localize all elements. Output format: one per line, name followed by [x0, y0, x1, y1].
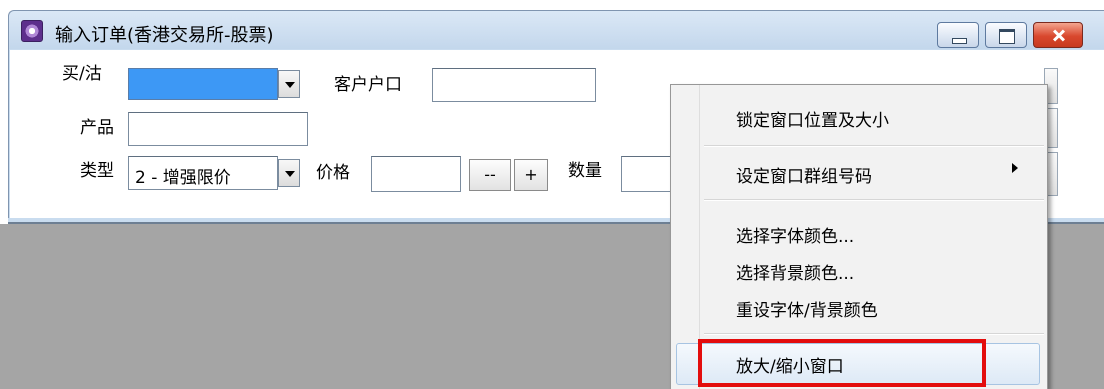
desktop-strip [0, 0, 8, 224]
minimize-button[interactable] [937, 22, 979, 48]
product-input[interactable] [128, 112, 308, 146]
account-input[interactable] [432, 68, 596, 102]
menu-separator [704, 145, 1044, 147]
highlight-box [698, 339, 986, 387]
buy-sell-select[interactable] [128, 68, 278, 100]
menu-separator [704, 199, 1044, 201]
type-dropdown-button[interactable] [278, 159, 300, 187]
submenu-arrow-icon [1012, 163, 1018, 173]
window-title: 输入订单(香港交易所-股票) [55, 25, 274, 46]
maximize-button[interactable] [985, 22, 1027, 48]
buy-sell-label: 买/沽 [62, 64, 102, 84]
menu-item-font-color[interactable]: 选择字体颜色... [736, 222, 854, 247]
menu-item-background-color[interactable]: 选择背景颜色... [736, 259, 854, 284]
price-input[interactable] [371, 156, 461, 192]
menu-item-reset-colors[interactable]: 重设字体/背景颜色 [736, 296, 878, 321]
menu-item-lock-window[interactable]: 锁定窗口位置及大小 [736, 106, 889, 131]
account-label: 客户户口 [334, 75, 402, 95]
menu-separator [704, 333, 1044, 335]
type-select[interactable]: 2 - 增强限价 [128, 156, 278, 190]
price-increment-button[interactable]: + [514, 159, 548, 191]
app-icon [21, 20, 43, 42]
close-button[interactable] [1033, 22, 1083, 48]
price-label: 价格 [316, 163, 350, 183]
price-decrement-button[interactable]: -- [469, 159, 511, 191]
type-label: 类型 [80, 161, 114, 181]
product-label: 产品 [80, 118, 114, 138]
menu-item-set-window-group[interactable]: 设定窗口群组号码 [736, 162, 872, 187]
quantity-label: 数量 [568, 161, 602, 181]
buy-sell-dropdown-button[interactable] [278, 70, 300, 98]
